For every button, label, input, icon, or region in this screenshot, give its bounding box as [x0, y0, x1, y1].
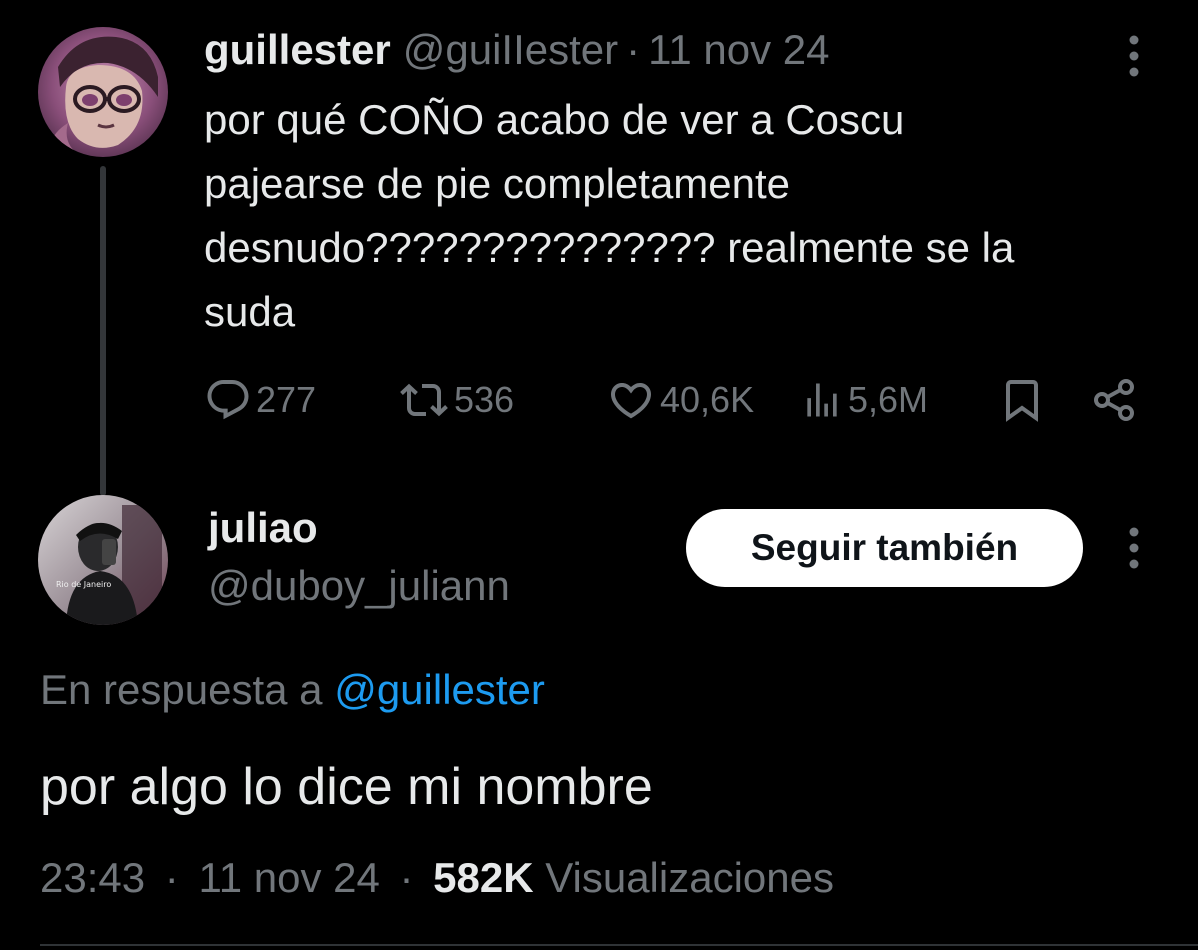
reply-action[interactable]: 277: [204, 372, 316, 428]
parent-display-name[interactable]: guillester: [204, 24, 391, 76]
parent-date[interactable]: 11 nov 24: [648, 24, 829, 76]
reply-tweet-text: por algo lo dice mi nombre: [40, 758, 653, 816]
meta-separator: ·: [399, 854, 414, 901]
share-icon: [1094, 379, 1134, 421]
parent-avatar[interactable]: [38, 27, 168, 157]
reply-to-prefix: En respuesta a: [40, 666, 323, 713]
reply-to-mention-link[interactable]: @guillester: [334, 666, 545, 713]
bookmark-action[interactable]: [998, 372, 1046, 428]
reply-meta-line: 23:43 · 11 nov 24 · 582K Visualizaciones: [40, 850, 834, 906]
meta-separator: ·: [164, 854, 179, 901]
bookmark-icon: [1006, 380, 1038, 422]
reply-icon: [207, 380, 249, 420]
parent-tweet-text: por qué COÑO acabo de ver a Coscu pajear…: [204, 96, 1015, 335]
parent-handle[interactable]: @guiIIester: [403, 24, 618, 76]
reply-count: 277: [256, 379, 317, 420]
like-action[interactable]: 40,6K: [606, 372, 754, 428]
like-icon: [610, 383, 652, 419]
repost-action[interactable]: 536: [398, 372, 514, 428]
more-icon[interactable]: [1124, 34, 1144, 78]
divider: [40, 944, 1198, 946]
tweet-thread: guillester @guiIIester · 11 nov 24 por q…: [0, 0, 1198, 950]
reply-display-name[interactable]: juliao: [208, 502, 318, 554]
reply-avatar[interactable]: Rio de Janeiro: [38, 495, 168, 625]
repost-icon: [400, 383, 448, 417]
reply-time[interactable]: 23:43: [40, 854, 145, 901]
reply-to-line: En respuesta a @guillester: [40, 662, 545, 718]
follow-back-button[interactable]: Seguir también: [686, 509, 1083, 587]
repost-count: 536: [454, 379, 515, 420]
reply-views-label: Visualizaciones: [545, 854, 834, 901]
reply-handle[interactable]: @duboy_juliann: [208, 560, 510, 612]
share-action[interactable]: [1090, 372, 1138, 428]
views-icon: [807, 383, 837, 417]
more-icon[interactable]: [1124, 526, 1144, 570]
reply-views-count: 582K: [433, 854, 534, 901]
parent-tweet-header: guillester @guiIIester · 11 nov 24: [204, 24, 830, 76]
like-count: 40,6K: [660, 379, 755, 420]
thread-connector-line: [100, 166, 106, 496]
reply-date[interactable]: 11 nov 24: [198, 854, 379, 901]
avatar-caption: Rio de Janeiro: [56, 580, 111, 589]
views-action[interactable]: 5,6M: [800, 372, 928, 428]
header-separator: ·: [626, 26, 641, 73]
views-count: 5,6M: [848, 379, 929, 420]
